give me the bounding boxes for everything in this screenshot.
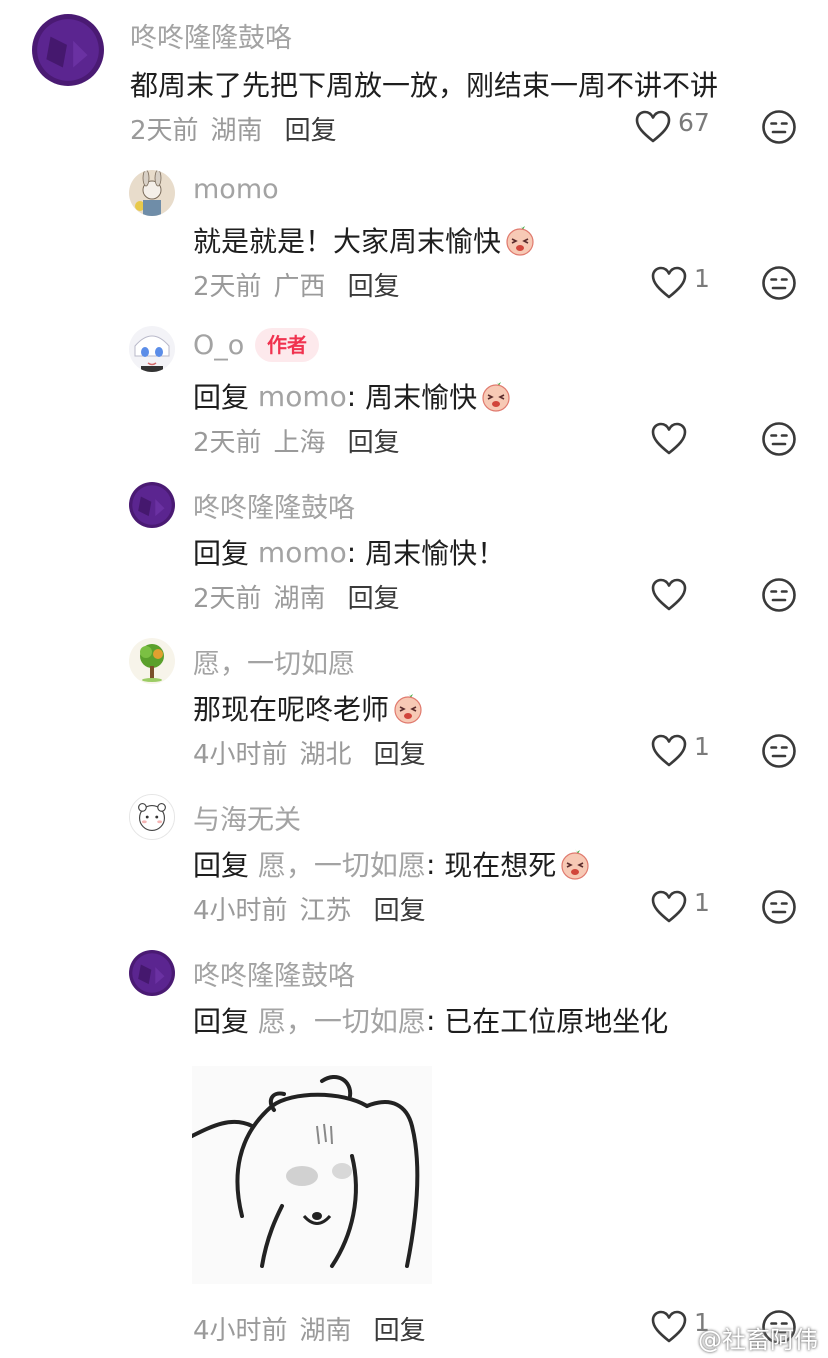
reply-to-user[interactable]: momo [258,536,347,569]
comment-time: 2天前 [193,272,262,302]
comment-text-body: 周末愉快 [365,381,478,414]
avatar[interactable] [129,950,175,996]
comment-username[interactable]: 愿，一切如愿 [193,642,355,681]
reply-prefix: 回复 [193,537,250,570]
comment-time: 2天前 [193,428,262,458]
comment-location: 湖南 [210,116,263,146]
meh-face-icon[interactable] [761,421,797,457]
comment-text: 都周末了先把下周放一放，刚结束一周不讲不讲 [130,64,718,104]
author-badge: 作者 [255,328,319,362]
avatar[interactable] [129,482,175,528]
bear-sticker-image[interactable] [192,1066,432,1284]
comment-username[interactable]: 咚咚隆隆鼓咯 [130,16,292,55]
heart-icon[interactable] [651,422,687,456]
reply-colon: : [346,379,357,413]
comment-text: 回复 愿，一切如愿: 已在工位原地坐化 [193,1000,668,1040]
reply-prefix: 回复 [193,381,250,414]
reply-button[interactable]: 回复 [348,266,400,303]
comment-username[interactable]: momo [193,174,279,205]
happy-face-emoji-icon [503,223,537,257]
comment-location: 上海 [273,428,326,458]
reply-to-user[interactable]: 愿，一切如愿 [258,844,426,884]
heart-icon[interactable] [651,578,687,612]
comment-username[interactable]: 咚咚隆隆鼓咯 [193,486,355,525]
meh-face-icon[interactable] [761,577,797,613]
crying-face-emoji-icon [391,691,425,725]
comment-location: 湖南 [299,1316,352,1346]
watermark: @社畜阿伟 [698,1326,818,1354]
comment-text: 回复 愿，一切如愿: 现在想死 [193,844,592,884]
screaming-face-emoji-icon [558,847,592,881]
heart-icon[interactable] [651,266,687,300]
like-count: 1 [694,888,710,917]
comment-text: 回复 momo: 周末愉快！ [193,532,505,572]
comment-time: 2天前 [193,584,262,614]
avatar[interactable] [32,14,104,86]
comment-meta: 4小时前 江苏 回复 [193,890,426,927]
comment-username[interactable]: 与海无关 [193,798,301,837]
reply-colon: : [425,1003,436,1037]
comment-username[interactable]: 咚咚隆隆鼓咯 [193,954,355,993]
reply-button[interactable]: 回复 [374,734,426,771]
comment-location: 江苏 [299,896,352,926]
heart-icon[interactable] [635,110,671,144]
reply-colon: : [346,535,357,569]
comment-meta: 4小时前 湖南 回复 [193,1310,426,1347]
avatar[interactable] [129,170,175,216]
comment-username[interactable]: O_o [193,330,244,361]
heart-icon[interactable] [651,890,687,924]
comment-location: 湖南 [273,584,326,614]
reply-button[interactable]: 回复 [374,890,426,927]
comment-text-body: 周末愉快！ [365,537,506,570]
reply-button[interactable]: 回复 [348,422,400,459]
like-count: 1 [694,732,710,761]
reply-to-user[interactable]: momo [258,380,347,413]
meh-face-icon[interactable] [761,733,797,769]
happy-face-emoji-icon [479,379,513,413]
comment-text-body: 都周末了先把下周放一放，刚结束一周不讲不讲 [130,69,719,102]
comment-text-body: 就是就是！大家周末愉快 [193,225,502,258]
comment-text-body: 现在想死 [444,849,557,882]
comment-text: 回复 momo: 周末愉快 [193,376,513,416]
comment-meta: 2天前 湖南 回复 [193,578,400,615]
comment-time: 4小时前 [193,896,288,926]
like-count: 67 [678,108,710,137]
heart-icon[interactable] [651,734,687,768]
meh-face-icon[interactable] [761,109,797,145]
comment-location: 广西 [273,272,326,302]
comment-meta: 4小时前 湖北 回复 [193,734,426,771]
reply-prefix: 回复 [193,1005,250,1038]
reply-to-user[interactable]: 愿，一切如愿 [258,1000,426,1040]
reply-button[interactable]: 回复 [285,110,337,147]
avatar[interactable] [129,638,175,684]
reply-button[interactable]: 回复 [374,1310,426,1347]
reply-colon: : [425,847,436,881]
avatar[interactable] [129,326,175,372]
comment-text-body: 那现在呢咚老师 [193,693,390,726]
comment-time: 4小时前 [193,1316,288,1346]
comment-meta: 2天前 湖南 回复 [130,110,337,147]
avatar[interactable] [129,794,175,840]
comment-time: 4小时前 [193,740,288,770]
comment-meta: 2天前 上海 回复 [193,422,400,459]
meh-face-icon[interactable] [761,889,797,925]
comment-time: 2天前 [130,116,199,146]
like-count: 1 [694,264,710,293]
comment-text: 那现在呢咚老师 [193,688,425,728]
comment-text: 就是就是！大家周末愉快 [193,220,537,260]
comment-text-body: 已在工位原地坐化 [444,1005,669,1038]
reply-button[interactable]: 回复 [348,578,400,615]
comment-location: 湖北 [299,740,352,770]
meh-face-icon[interactable] [761,265,797,301]
heart-icon[interactable] [651,1310,687,1344]
comment-meta: 2天前 广西 回复 [193,266,400,303]
reply-prefix: 回复 [193,849,250,882]
